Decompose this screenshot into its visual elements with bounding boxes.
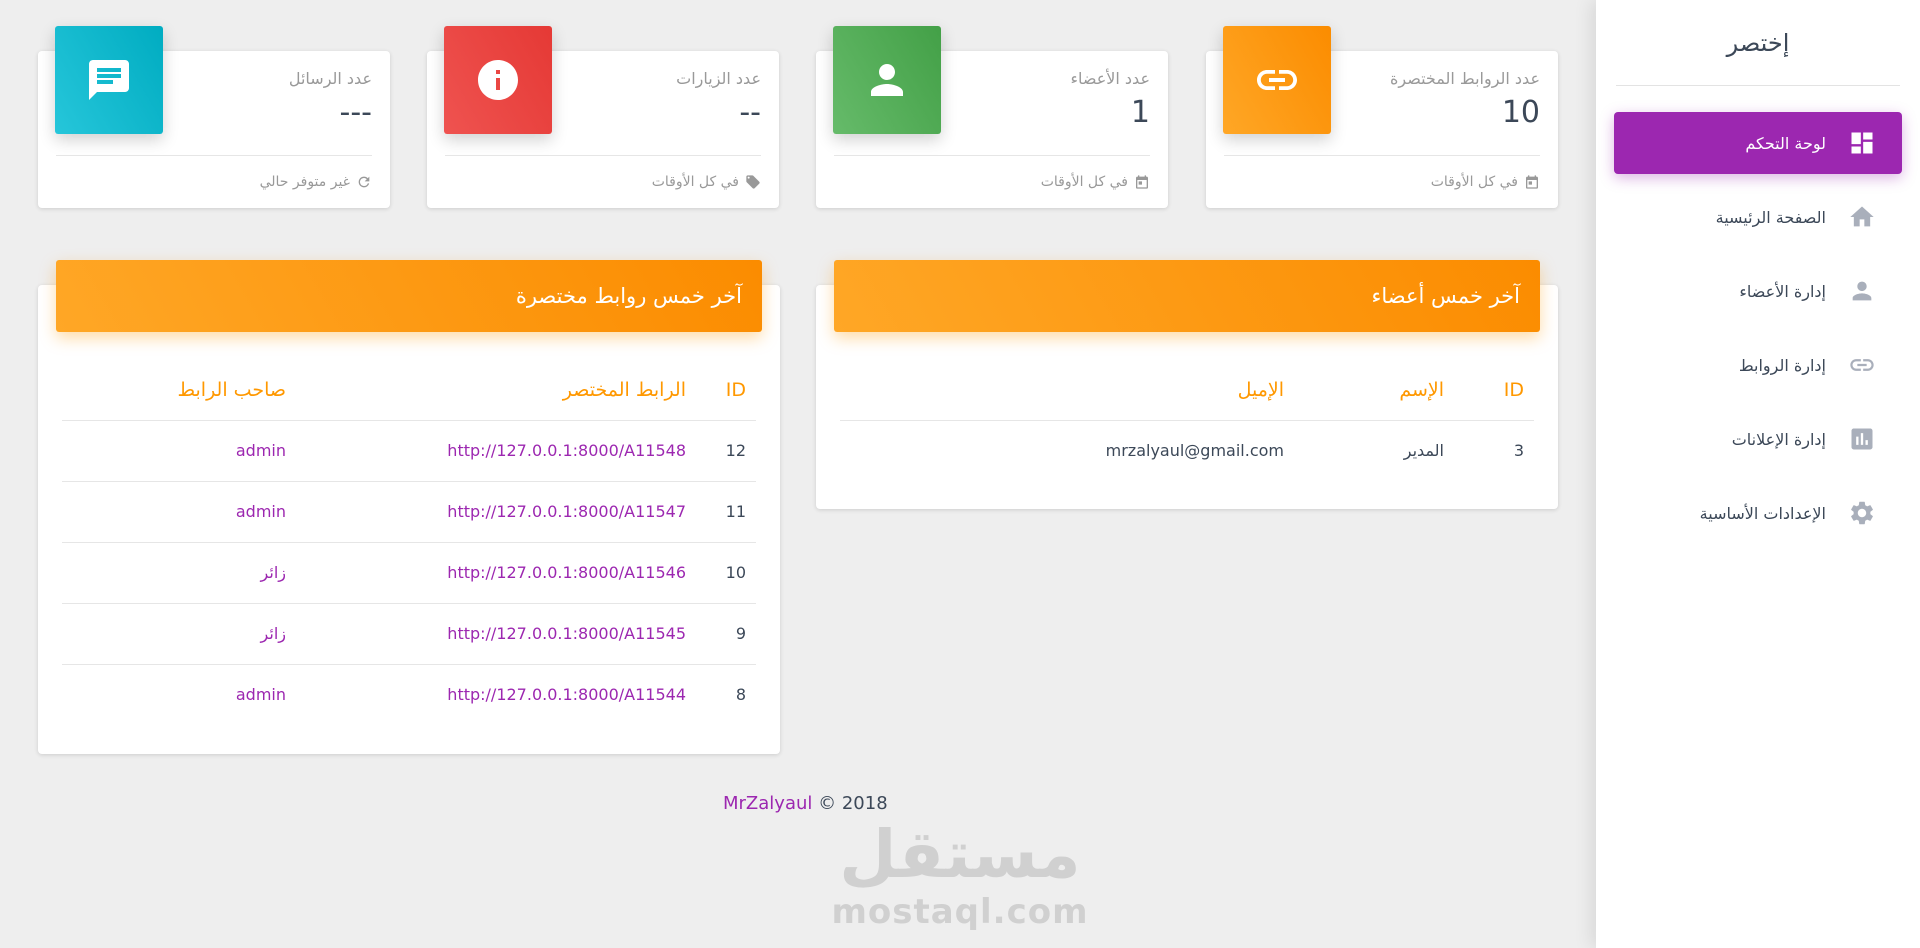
table-row: 11 http://127.0.0.1:8000/A11547 admin [62,481,756,543]
stat-title: عدد الزيارات [676,69,761,88]
column-header: الإسم [1294,360,1454,421]
table-header-row: ID الرابط المختصر صاحب الرابط [62,360,756,421]
column-header: ID [696,360,756,421]
stat-card-messages: عدد الرسائل --- غير متوفر حالي [38,26,390,208]
stat-title: عدد الرسائل [288,69,372,88]
tag-icon [746,175,760,189]
column-header: الرابط المختصر [296,360,696,421]
recent-links-card: آخر خمس روابط مختصرة ID الرابط المختصر ص… [38,260,780,754]
dashboard-icon [1848,129,1876,157]
cell-name: المدير [1403,441,1444,461]
table-row: 10 http://127.0.0.1:8000/A11546 زائر [62,542,756,604]
stat-card-visits: عدد الزيارات -- في كل الأوقات [427,26,779,208]
sidebar-item-label: الإعدادات الأساسية [1699,503,1826,523]
stat-value: 1 [1130,95,1150,130]
stat-value: --- [339,95,372,130]
watermark: مستقل mostaql.com [830,816,1090,933]
cell-id: 9 [696,603,756,665]
column-header: ID [1454,360,1534,421]
refresh-icon [358,176,370,188]
link-icon [1223,26,1331,134]
stat-footer-text: في كل الأوقات [1430,174,1518,190]
column-header: صاحب الرابط [62,360,296,421]
footer-author-link[interactable]: MrZalyaul [723,793,812,814]
home-icon [1848,203,1876,231]
info-icon [444,26,552,134]
table-row: 9 http://127.0.0.1:8000/A11545 زائر [62,603,756,665]
gear-icon [1848,499,1876,527]
cell-id: 10 [696,542,756,604]
stat-footer: في كل الأوقات [445,155,761,190]
calendar-icon [1136,175,1148,189]
stat-value: -- [739,95,761,130]
stat-footer: غير متوفر حالي [56,155,372,190]
stat-footer: في كل الأوقات [834,155,1150,190]
stat-title: عدد الروابط المختصرة [1389,69,1540,88]
chat-icon [55,26,163,134]
cell-owner: زائر [62,542,296,604]
stat-card-links: عدد الروابط المختصرة 10 في كل الأوقات [1206,26,1558,208]
recent-members-card: آخر خمس أعضاء ID الإسم الإميل 3 المدير m… [816,260,1558,509]
short-link[interactable]: http://127.0.0.1:8000/A11545 [447,624,686,643]
sidebar: إختصر لوحة التحكم الصفحة الرئيسية إدارة … [1596,0,1920,948]
cell-email: mrzalyaul@gmail.com [1105,441,1284,461]
short-link[interactable]: http://127.0.0.1:8000/A11548 [447,441,686,460]
sidebar-item-label: إدارة الأعضاء [1739,281,1826,301]
person-icon [1848,277,1876,305]
cell-id: 11 [696,481,756,543]
table-row: 3 المدير mrzalyaul@gmail.com [840,420,1534,481]
table-row: 12 http://127.0.0.1:8000/A11548 admin [62,420,756,482]
table-header-row: ID الإسم الإميل [840,360,1534,421]
cell-id: 8 [735,685,746,705]
sidebar-item-label: لوحة التحكم [1745,133,1826,153]
sidebar-item-settings[interactable]: الإعدادات الأساسية [1614,482,1902,544]
stat-title: عدد الأعضاء [1070,69,1150,88]
card-header-title: آخر خمس روابط مختصرة [56,260,762,332]
sidebar-item-label: الصفحة الرئيسية [1715,207,1826,227]
short-link[interactable]: http://127.0.0.1:8000/A11544 [447,685,686,704]
calendar-icon [1526,175,1538,189]
brand-logo[interactable]: إختصر [1616,0,1900,86]
stat-value: 10 [1501,95,1540,130]
sidebar-item-home[interactable]: الصفحة الرئيسية [1614,186,1902,248]
sidebar-item-dashboard[interactable]: لوحة التحكم [1614,112,1902,174]
stat-card-members: عدد الأعضاء 1 في كل الأوقات [816,26,1168,208]
table-row: 8 http://127.0.0.1:8000/A11544 admin [62,664,756,725]
cell-owner: admin [62,420,296,482]
members-table: ID الإسم الإميل 3 المدير mrzalyaul@gmail… [840,360,1534,481]
footer-copyright: © 2018 [818,793,888,814]
cell-owner: admin [235,685,286,705]
short-link[interactable]: http://127.0.0.1:8000/A11547 [447,502,686,521]
watermark-latin: mostaql.com [831,892,1089,932]
card-header-title: آخر خمس أعضاء [834,260,1540,332]
stat-footer-text: في كل الأوقات [651,174,739,190]
column-header: الإميل [840,360,1294,421]
cell-owner: زائر [62,603,296,665]
sidebar-item-members[interactable]: إدارة الأعضاء [1614,260,1902,322]
stat-footer-text: غير متوفر حالي [259,174,350,190]
sidebar-item-label: إدارة الإعلانات [1731,429,1826,449]
cell-id: 3 [1513,441,1524,461]
watermark-arabic: مستقل [839,816,1081,893]
sidebar-nav: لوحة التحكم الصفحة الرئيسية إدارة الأعضا… [1596,86,1920,544]
links-table: ID الرابط المختصر صاحب الرابط 12 http://… [62,360,756,725]
page-footer: MrZalyaul © 2018 [723,793,888,814]
sidebar-item-ads[interactable]: إدارة الإعلانات [1614,408,1902,470]
stat-footer: في كل الأوقات [1224,155,1540,190]
link-icon [1848,351,1876,379]
short-link[interactable]: http://127.0.0.1:8000/A11546 [447,563,686,582]
cell-owner: admin [62,481,296,543]
stat-footer-text: في كل الأوقات [1040,174,1128,190]
bar-chart-icon [1848,425,1876,453]
person-icon [833,26,941,134]
sidebar-item-links[interactable]: إدارة الروابط [1614,334,1902,396]
sidebar-item-label: إدارة الروابط [1738,355,1826,375]
cell-id: 12 [696,420,756,482]
